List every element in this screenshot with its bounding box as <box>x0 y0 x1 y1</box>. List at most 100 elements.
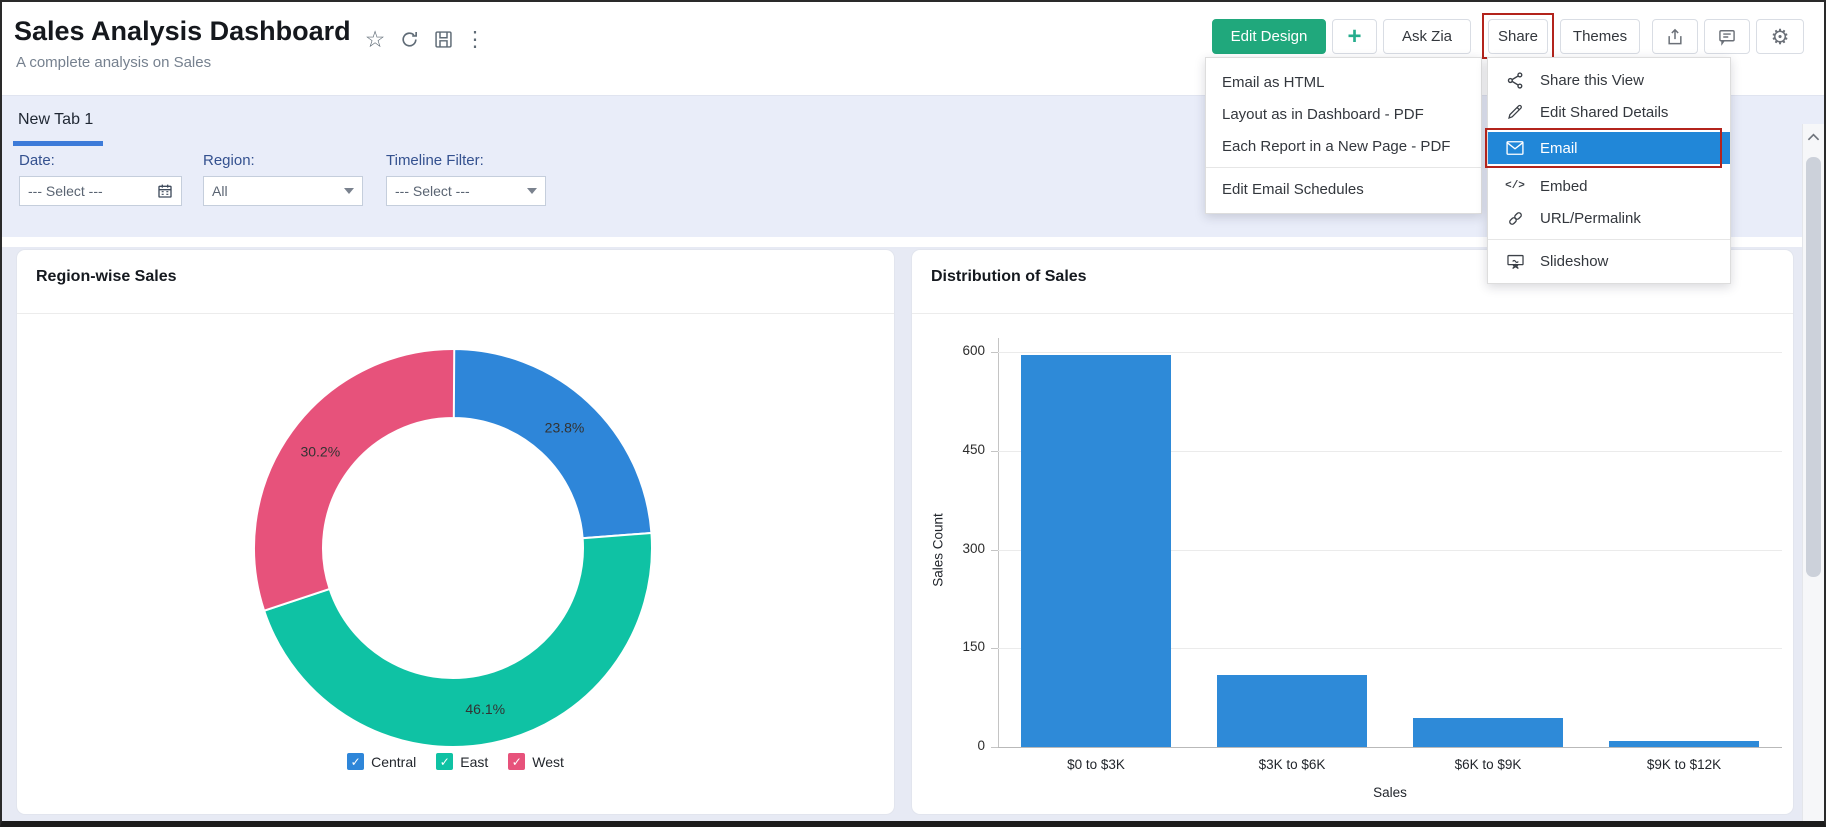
vertical-scrollbar <box>1802 124 1824 823</box>
x-tick-label: $0 to $3K <box>998 757 1194 772</box>
ask-zia-button[interactable]: Ask Zia <box>1383 19 1471 54</box>
refresh-icon[interactable] <box>396 26 422 52</box>
bar-chart: 0 150 300 450 600 $0 to $3K$3K to $6K$6K to $… <box>912 250 1793 814</box>
app-window: Sales Analysis Dashboard A complete anal… <box>0 0 1826 827</box>
bar-$0-to-$3k[interactable] <box>1021 355 1171 747</box>
legend-label: Central <box>371 754 416 770</box>
envelope-icon <box>1504 138 1526 158</box>
gear-icon: ⚙ <box>1771 25 1790 49</box>
x-tick-label: $6K to $9K <box>1390 757 1586 772</box>
calendar-icon <box>157 183 173 199</box>
divider <box>1206 167 1481 168</box>
add-tab-button[interactable]: + <box>1332 19 1377 54</box>
timeline-filter-value: --- Select --- <box>395 183 521 199</box>
link-icon <box>1504 209 1526 228</box>
export-icon <box>1665 27 1685 47</box>
donut-slice-west[interactable] <box>254 349 454 611</box>
y-axis-line <box>998 338 999 747</box>
page-title: Sales Analysis Dashboard <box>14 16 351 47</box>
save-icon[interactable] <box>430 26 456 52</box>
y-tick-mark <box>991 451 998 452</box>
y-axis-title: Sales Count <box>931 513 946 587</box>
legend-item-central: ✓ Central <box>347 753 416 770</box>
menu-item-embed[interactable]: </> Embed <box>1488 170 1730 202</box>
menu-item-email[interactable]: Email <box>1488 132 1730 164</box>
menu-item-edit-shared-details[interactable]: Edit Shared Details <box>1488 96 1730 128</box>
email-options-submenu: Email as HTML Layout as in Dashboard - P… <box>1205 57 1482 214</box>
menu-item-email-as-html[interactable]: Email as HTML <box>1206 66 1481 98</box>
share-dropdown-menu: Share this View Edit Shared Details Emai… <box>1487 57 1731 284</box>
region-wise-sales-panel: Region-wise Sales 23.8% 46.1% 30.2% ✓ Cent… <box>16 249 895 815</box>
legend-checkbox-east[interactable]: ✓ <box>436 753 453 770</box>
themes-button[interactable]: Themes <box>1560 19 1640 54</box>
legend-item-west: ✓ West <box>508 753 564 770</box>
page-subtitle: A complete analysis on Sales <box>16 54 211 71</box>
donut-percent-label: 30.2% <box>300 444 340 460</box>
panel-title: Region-wise Sales <box>36 268 177 286</box>
y-tick-mark <box>991 747 998 748</box>
y-tick-label: 600 <box>912 343 985 358</box>
legend-label: West <box>532 754 564 770</box>
donut-percent-label: 23.8% <box>545 420 585 436</box>
x-tick-label: $9K to $12K <box>1586 757 1782 772</box>
legend-label: East <box>460 754 488 770</box>
menu-item-edit-email-schedules[interactable]: Edit Email Schedules <box>1206 173 1481 205</box>
legend-item-east: ✓ East <box>436 753 488 770</box>
x-tick-label: $3K to $6K <box>1194 757 1390 772</box>
bar-$3k-to-$6k[interactable] <box>1217 675 1367 747</box>
pencil-icon <box>1504 103 1526 121</box>
y-tick-mark <box>991 550 998 551</box>
divider <box>17 313 894 314</box>
y-tick-label: 150 <box>912 639 985 654</box>
gridline <box>998 352 1782 353</box>
chevron-down-icon <box>344 188 354 194</box>
region-filter-value: All <box>212 183 338 199</box>
x-axis-line <box>998 747 1782 748</box>
scroll-up-arrow-icon[interactable] <box>1807 132 1820 142</box>
share-nodes-icon <box>1504 71 1526 90</box>
active-tab-indicator <box>13 141 103 146</box>
code-icon: </> <box>1504 180 1526 192</box>
menu-item-url-permalink[interactable]: URL/Permalink <box>1488 202 1730 234</box>
bar-$6k-to-$9k[interactable] <box>1413 718 1563 747</box>
menu-item-layout-as-in-dashboard-pdf[interactable]: Layout as in Dashboard - PDF <box>1206 98 1481 130</box>
comments-button[interactable] <box>1704 19 1750 54</box>
bar-$9k-to-$12k[interactable] <box>1609 741 1759 747</box>
scrollbar-thumb[interactable] <box>1806 157 1821 577</box>
edit-design-button[interactable]: Edit Design <box>1212 19 1326 54</box>
timeline-filter-select[interactable]: --- Select --- <box>386 176 546 206</box>
menu-item-slideshow[interactable]: Slideshow <box>1488 245 1730 277</box>
menu-item-share-this-view[interactable]: Share this View <box>1488 64 1730 96</box>
donut-percent-label: 46.1% <box>465 701 505 717</box>
date-filter-value: --- Select --- <box>28 183 157 199</box>
dashboard-canvas: Region-wise Sales 23.8% 46.1% 30.2% ✓ Cent… <box>2 237 1824 823</box>
region-filter-label: Region: <box>203 152 255 169</box>
chevron-down-icon <box>527 188 537 194</box>
x-axis-title: Sales <box>998 785 1782 800</box>
menu-item-each-report-in-a-new-page-pdf[interactable]: Each Report in a New Page - PDF <box>1206 130 1481 162</box>
y-tick-mark <box>991 352 998 353</box>
donut-chart: 23.8% 46.1% 30.2% <box>233 328 673 768</box>
region-filter-select[interactable]: All <box>203 176 363 206</box>
more-options-kebab-icon[interactable]: ⋮ <box>462 26 488 52</box>
settings-button[interactable]: ⚙ <box>1756 19 1804 54</box>
donut-legend: ✓ Central ✓ East ✓ West <box>17 753 894 770</box>
timeline-filter-label: Timeline Filter: <box>386 152 484 169</box>
export-button[interactable] <box>1652 19 1698 54</box>
y-tick-label: 300 <box>912 541 985 556</box>
legend-checkbox-central[interactable]: ✓ <box>347 753 364 770</box>
slideshow-icon <box>1504 252 1526 271</box>
distribution-of-sales-panel: Distribution of Sales 0150300450600$0 to… <box>911 249 1794 815</box>
y-tick-label: 450 <box>912 442 985 457</box>
date-filter-label: Date: <box>19 152 55 169</box>
date-filter-input[interactable]: --- Select --- <box>19 176 182 206</box>
favorite-star-icon[interactable]: ☆ <box>362 26 388 52</box>
donut-slice-central[interactable] <box>453 349 651 538</box>
divider <box>1488 239 1730 240</box>
tab-new-tab-1[interactable]: New Tab 1 <box>18 111 93 129</box>
y-tick-label: 0 <box>912 738 985 753</box>
legend-checkbox-west[interactable]: ✓ <box>508 753 525 770</box>
y-tick-mark <box>991 648 998 649</box>
comment-icon <box>1717 27 1737 47</box>
share-button[interactable]: Share <box>1488 19 1548 54</box>
